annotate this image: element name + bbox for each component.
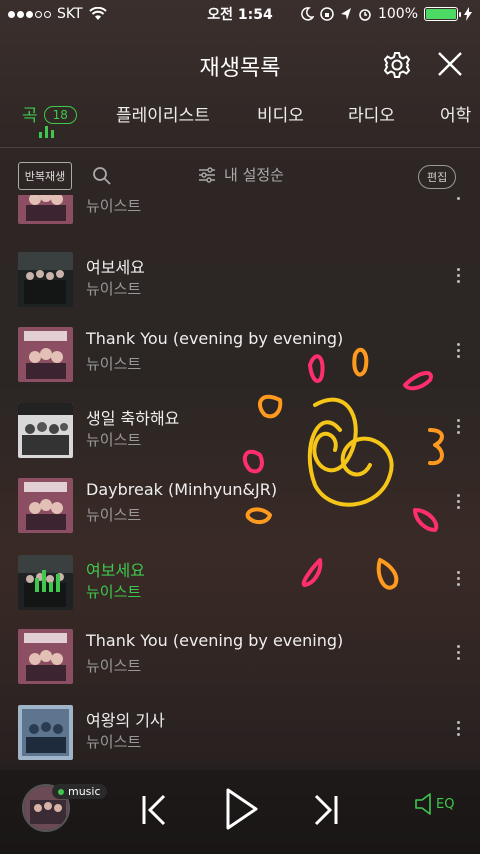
song-title: 여보세요 <box>86 561 145 580</box>
song-count-badge: 18 <box>43 106 77 124</box>
more-options-icon[interactable] <box>455 571 461 591</box>
song-row[interactable]: Thank You (evening by evening) 뉴이스트 <box>0 319 480 391</box>
song-title: Thank You (evening by evening) <box>86 631 344 650</box>
song-artist: 뉴이스트 <box>86 280 142 298</box>
song-artist: 뉴이스트 <box>86 733 142 751</box>
song-row[interactable]: 여보세요뉴이스트 <box>0 244 480 316</box>
music-badge-label: music <box>68 785 101 798</box>
edit-label: 편집 <box>427 171 448 184</box>
next-icon[interactable] <box>310 792 342 828</box>
now-playing-indicator-icon <box>39 126 54 138</box>
status-bar: SKT 오전 1:54 100% <box>0 0 480 28</box>
more-options-icon[interactable] <box>455 419 461 439</box>
edit-button[interactable]: 편집 <box>418 165 457 189</box>
gear-icon[interactable] <box>382 50 412 80</box>
sort-label: 내 설정순 <box>224 166 284 184</box>
speaker-icon <box>415 793 431 815</box>
previous-icon[interactable] <box>138 792 170 828</box>
signal-strength-icon <box>8 10 51 18</box>
tab-label: 곡 <box>22 106 38 126</box>
album-art <box>18 629 73 684</box>
tab-radio[interactable]: 라디오 <box>348 101 395 126</box>
mini-player: music EQ <box>0 770 480 854</box>
album-art <box>18 195 73 224</box>
location-icon <box>340 8 351 20</box>
moon-icon <box>301 7 314 21</box>
song-title: 여보세요 <box>86 258 145 277</box>
song-artist: 뉴이스트 <box>86 431 142 449</box>
repeat-button[interactable]: 반복재생 <box>18 162 72 190</box>
eq-button[interactable]: EQ <box>414 792 454 816</box>
song-title: Daybreak (Minhyun&JR) <box>86 480 278 499</box>
album-art <box>18 252 73 307</box>
song-title: 생일 축하해요 <box>86 409 180 428</box>
eq-label: EQ <box>436 796 455 812</box>
sliders-icon <box>199 166 215 183</box>
song-row[interactable]: 뉴이스트 <box>0 195 480 233</box>
alarm-icon <box>359 9 371 21</box>
song-artist: 뉴이스트 <box>86 506 142 524</box>
song-artist: 뉴이스트 <box>86 583 142 601</box>
battery-fill <box>426 9 456 19</box>
close-icon[interactable] <box>436 50 464 78</box>
more-options-icon[interactable] <box>455 494 461 514</box>
tab-bar: 곡 18 플레이리스트 비디오 라디오 어학 <box>0 96 480 146</box>
more-options-icon[interactable] <box>455 645 461 665</box>
list-toolbar: 반복재생 내 설정순 편집 <box>0 160 480 192</box>
song-title: Thank You (evening by evening) <box>86 329 344 348</box>
song-title: 여왕의 기사 <box>86 711 165 730</box>
play-icon[interactable] <box>222 786 262 832</box>
status-left: SKT <box>8 6 107 22</box>
header: 재생목록 <box>0 40 480 88</box>
song-row[interactable]: 생일 축하해요뉴이스트 <box>0 395 480 467</box>
search-icon[interactable] <box>92 166 112 186</box>
song-artist: 뉴이스트 <box>86 197 142 215</box>
more-options-icon[interactable] <box>455 721 461 741</box>
charging-icon <box>464 7 472 21</box>
tab-language[interactable]: 어학 <box>440 101 471 126</box>
orientation-lock-icon <box>320 7 334 21</box>
tab-video[interactable]: 비디오 <box>257 101 304 126</box>
live-dot-icon <box>58 788 64 795</box>
song-row[interactable]: 여보세요뉴이스트 <box>0 547 480 619</box>
song-row[interactable]: 여왕의 기사뉴이스트 <box>0 697 480 765</box>
album-art <box>18 705 73 760</box>
music-badge: music <box>52 784 107 799</box>
more-options-icon[interactable] <box>455 268 461 288</box>
song-row[interactable]: Daybreak (Minhyun&JR) 뉴이스트 <box>0 470 480 542</box>
album-art <box>18 555 73 610</box>
more-options-icon[interactable] <box>455 343 461 363</box>
status-right: 100% <box>300 6 472 22</box>
repeat-label: 반복재생 <box>24 170 66 183</box>
battery-percent: 100% <box>377 6 418 22</box>
album-art <box>18 403 73 458</box>
song-row[interactable]: Thank You (evening by evening) 뉴이스트 <box>0 621 480 693</box>
playing-bars-icon <box>35 570 60 592</box>
album-art <box>18 327 73 382</box>
album-art <box>18 478 73 533</box>
carrier-name: SKT <box>57 6 83 22</box>
tab-playlist[interactable]: 플레이리스트 <box>116 101 210 126</box>
song-list: 뉴이스트 여보세요 뉴이스트 Thank You (evening by evenin… <box>0 195 480 765</box>
tab-songs[interactable]: 곡 18 <box>22 101 77 126</box>
more-options-icon[interactable] <box>455 195 461 205</box>
battery-icon <box>424 7 461 21</box>
sort-button[interactable]: 내 설정순 <box>198 164 284 185</box>
song-artist: 뉴이스트 <box>86 657 142 675</box>
divider <box>0 147 480 148</box>
song-artist: 뉴이스트 <box>86 355 142 373</box>
wifi-icon <box>88 7 107 20</box>
